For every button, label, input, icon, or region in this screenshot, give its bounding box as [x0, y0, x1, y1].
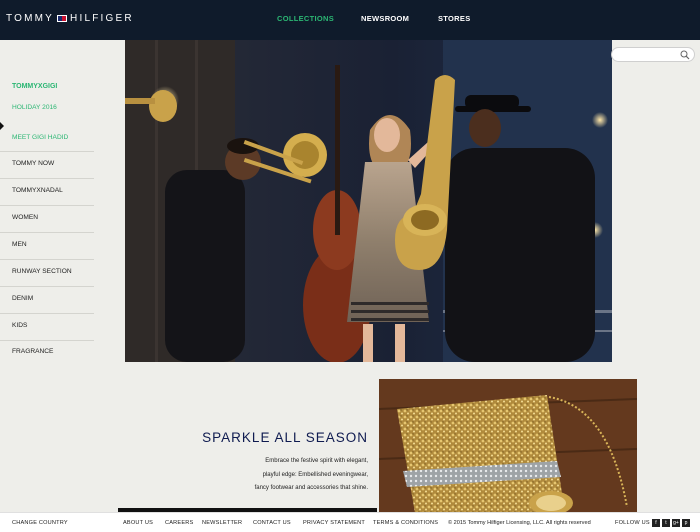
sidebar-divider	[0, 259, 94, 260]
pinterest-icon[interactable]: p	[682, 519, 690, 527]
sidebar-divider	[0, 313, 94, 314]
change-country-link[interactable]: CHANGE COUNTRY	[12, 520, 68, 526]
sidebar-item-tommyxgigi[interactable]: TOMMYXGIGI	[12, 83, 94, 90]
sidebar-divider	[0, 151, 94, 152]
sidebar-divider	[0, 232, 94, 233]
facebook-icon[interactable]: f	[652, 519, 660, 527]
footer-link-terms-conditions[interactable]: TERMS & CONDITIONS	[373, 520, 438, 526]
twitter-icon[interactable]: t	[662, 519, 670, 527]
copyright-text: © 2015 Tommy Hilfiger Licensing, LLC. Al…	[448, 520, 591, 526]
sidebar-item-kids[interactable]: KIDS	[12, 322, 94, 329]
sidebar-item-denim[interactable]: DENIM	[12, 295, 94, 302]
search-box[interactable]	[611, 47, 695, 62]
nav-newsroom[interactable]: NEWSROOM	[361, 14, 409, 23]
logo-text-right: HILFIGER	[70, 13, 134, 24]
active-arrow-icon	[0, 122, 4, 130]
sidebar-divider	[0, 178, 94, 179]
footer-link-contact-us[interactable]: CONTACT US	[253, 520, 291, 526]
footer-link-careers[interactable]: CAREERS	[165, 520, 193, 526]
logo-text-left: TOMMY	[6, 13, 55, 24]
promo-title: SPARKLE ALL SEASON	[202, 430, 368, 445]
sidebar-item-meet-gigi-hadid[interactable]: MEET GIGI HADID	[12, 134, 94, 141]
hero-image[interactable]	[125, 40, 612, 362]
hero-band-illustration	[125, 40, 612, 362]
footer-link-about-us[interactable]: ABOUT US	[123, 520, 153, 526]
promo-description: Embrace the festive spirit with elegant,…	[200, 455, 368, 496]
promo-line-3: fancy footwear and accessories that shin…	[254, 485, 368, 491]
follow-us-label: FOLLOW US	[615, 520, 650, 526]
promo-line-2: playful edge: Embellished eveningwear,	[262, 471, 368, 478]
footer-link-newsletter[interactable]: NEWSLETTER	[202, 520, 242, 526]
search-icon[interactable]	[680, 50, 690, 60]
sidebar-divider	[0, 340, 94, 341]
sidebar-divider	[0, 286, 94, 287]
nav-stores[interactable]: STORES	[438, 14, 471, 23]
flag-icon	[57, 15, 68, 22]
sidebar-item-holiday-2016[interactable]: HOLIDAY 2016	[12, 104, 94, 111]
footer-link-privacy-statement[interactable]: PRIVACY STATEMENT	[303, 520, 365, 526]
promo-line-1: Embrace the festive spirit with elegant,	[265, 458, 368, 464]
google-plus-icon[interactable]: g+	[672, 519, 680, 527]
nav-collections[interactable]: COLLECTIONS	[277, 14, 334, 23]
sidebar-item-men[interactable]: MEN	[12, 241, 94, 248]
sidebar-item-runway-section[interactable]: RUNWAY SECTION	[12, 268, 94, 275]
sidebar: TOMMYXGIGI HOLIDAY 2016 MEET GIGI HADID …	[0, 40, 124, 512]
top-bar: TOMMY HILFIGER COLLECTIONS NEWSROOM STOR…	[0, 0, 700, 40]
sidebar-item-women[interactable]: WOMEN	[12, 214, 94, 221]
search-input[interactable]	[618, 50, 678, 60]
sidebar-item-tommyxnadal[interactable]: TOMMYXNADAL	[12, 187, 94, 194]
clutch-illustration	[379, 379, 637, 513]
sequin-clutch-image[interactable]	[379, 379, 637, 513]
tommy-hilfiger-logo[interactable]: TOMMY HILFIGER	[6, 13, 134, 24]
sidebar-item-fragrance[interactable]: FRAGRANCE	[12, 348, 94, 355]
sidebar-divider	[0, 205, 94, 206]
sidebar-item-tommy-now[interactable]: TOMMY NOW	[12, 160, 94, 167]
footer: CHANGE COUNTRY ABOUT US CAREERS NEWSLETT…	[0, 512, 700, 532]
